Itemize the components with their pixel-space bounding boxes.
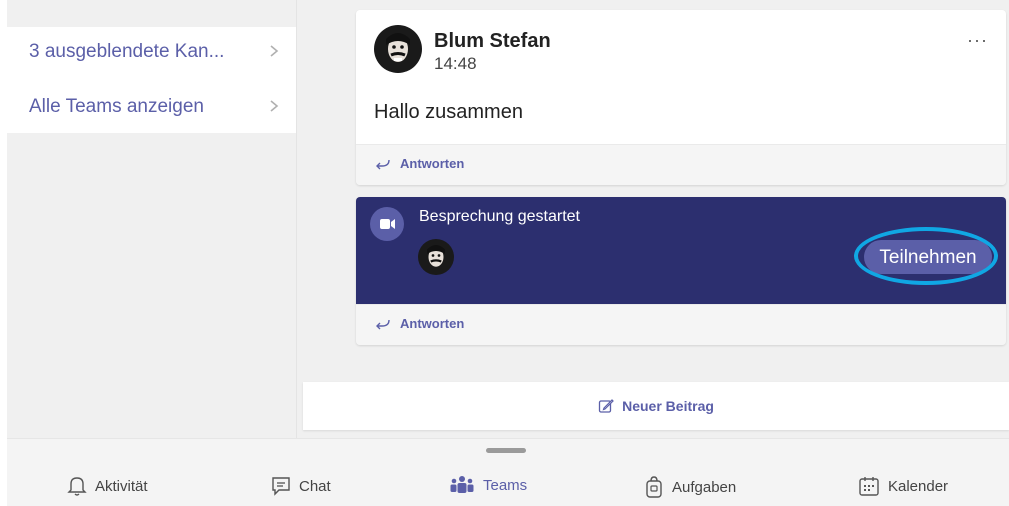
meeting-title: Besprechung gestartet (419, 208, 580, 225)
nav-label-tasks: Aufgaben (672, 478, 737, 496)
chevron-right-icon (270, 100, 279, 112)
nav-item-activity[interactable]: Aktivität (67, 475, 148, 497)
participant-avatar[interactable] (418, 239, 454, 275)
nav-label-activity: Aktivität (95, 477, 148, 495)
reply-arrow-icon (376, 159, 390, 169)
nav-label-chat: Chat (299, 477, 331, 495)
post-message: Hallo zusammen (374, 101, 523, 123)
nav-item-tasks[interactable]: Aufgaben (644, 475, 736, 499)
meeting-card: Besprechung gestartet Teilnehmen Antwort… (356, 197, 1006, 345)
app-frame: 3 ausgeblendete Kan... Alle Teams anzeig… (7, 0, 1009, 506)
avatar[interactable] (374, 25, 422, 73)
bottom-nav: Aktivität Chat Teams Aufgaben Kalender (7, 438, 1009, 506)
bag-icon (646, 476, 662, 498)
chat-icon (272, 477, 290, 496)
nav-label-teams: Teams (483, 476, 528, 494)
teams-icon (450, 476, 474, 493)
post-card: Blum Stefan 14:48 ··· Hallo zusammen Ant… (356, 10, 1006, 185)
post-author[interactable]: Blum Stefan (434, 30, 551, 53)
bell-icon (67, 477, 87, 496)
avatar-image (374, 25, 422, 73)
post-time: 14:48 (434, 54, 477, 73)
reply-bar: Antworten (356, 144, 1006, 185)
meeting-reply-label: Antworten (400, 316, 465, 331)
reply-label: Antworten (400, 156, 465, 171)
video-camera-icon (370, 207, 404, 241)
reply-button[interactable]: Antworten (374, 156, 464, 171)
meeting-banner: Besprechung gestartet Teilnehmen (356, 197, 1006, 305)
new-post-button[interactable]: Neuer Beitrag (303, 382, 1009, 430)
chevron-right-icon (270, 45, 279, 57)
channel-list-panel: 3 ausgeblendete Kan... Alle Teams anzeig… (7, 27, 296, 133)
calendar-icon (859, 477, 879, 496)
more-options-icon[interactable]: ··· (967, 30, 988, 51)
new-post-label: Neuer Beitrag (622, 398, 714, 414)
participant-avatar-image (418, 239, 454, 275)
meeting-reply-button[interactable]: Antworten (374, 316, 464, 331)
join-meeting-button[interactable]: Teilnehmen (864, 240, 992, 274)
nav-item-calendar[interactable]: Kalender (858, 475, 948, 497)
meeting-reply-bar: Antworten (356, 304, 1006, 345)
edit-icon (598, 399, 614, 413)
hidden-channels-item[interactable]: 3 ausgeblendete Kan... (7, 27, 296, 77)
panel-divider (296, 0, 297, 438)
drag-handle[interactable] (486, 448, 526, 453)
reply-arrow-icon (376, 319, 390, 329)
nav-item-teams[interactable]: Teams (449, 475, 527, 495)
nav-label-calendar: Kalender (888, 477, 949, 495)
hidden-channels-label: 3 ausgeblendete Kan... (29, 41, 225, 62)
all-teams-label: Alle Teams anzeigen (29, 96, 204, 117)
nav-item-chat[interactable]: Chat (271, 475, 331, 497)
all-teams-item[interactable]: Alle Teams anzeigen (7, 82, 296, 132)
